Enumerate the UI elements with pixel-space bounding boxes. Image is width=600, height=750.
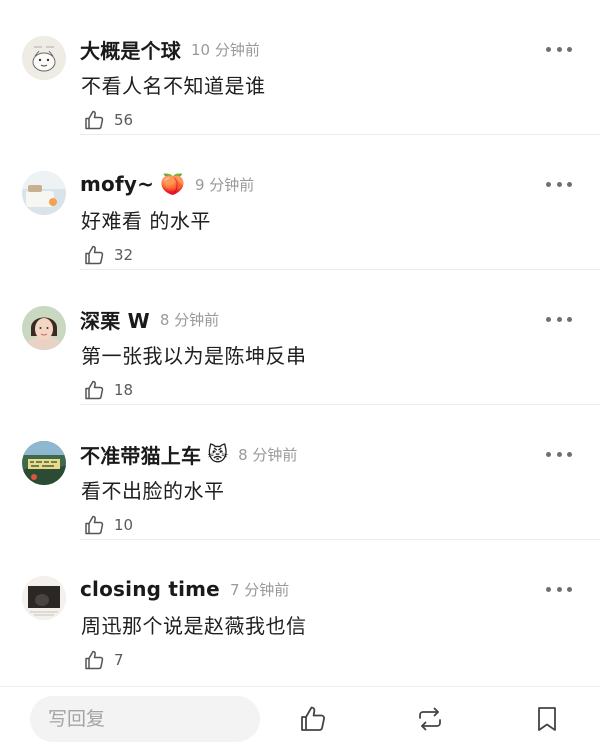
portrait-avatar-icon: [22, 306, 66, 350]
comment-text: 不看人名不知道是谁: [81, 74, 266, 98]
avatar[interactable]: [22, 576, 66, 620]
timestamp: 9 分钟前: [194, 175, 255, 194]
bookmark-icon[interactable]: [531, 703, 563, 735]
poster-avatar-icon: [22, 441, 66, 485]
comment-header: closing time 7 分钟前: [80, 574, 289, 604]
username[interactable]: 不准带猫上车: [80, 440, 201, 469]
more-options-icon[interactable]: [546, 44, 572, 54]
username[interactable]: 大概是个球: [80, 35, 181, 64]
comment-item: 深栗 W 8 分钟前 第一张我以为是陈坤反串 18: [0, 270, 600, 405]
bottom-action-bar: [0, 686, 600, 750]
thumbs-up-icon: [85, 380, 104, 400]
like-button[interactable]: 10: [82, 513, 133, 537]
bed-photo-avatar-icon: [22, 171, 66, 215]
timestamp: 10 分钟前: [191, 40, 260, 59]
thumbs-up-icon: [85, 515, 104, 535]
like-button[interactable]: 32: [82, 243, 133, 267]
peach-emoji-icon: 🍑: [160, 172, 185, 196]
like-count: 7: [114, 651, 124, 669]
more-options-icon[interactable]: [546, 314, 572, 324]
avatar[interactable]: [22, 36, 66, 80]
timestamp: 7 分钟前: [229, 580, 290, 599]
comment-text: 好难看 的水平: [81, 209, 211, 233]
username[interactable]: mofy~: [80, 172, 154, 196]
comment-text: 第一张我以为是陈坤反串: [81, 344, 307, 368]
username[interactable]: closing time: [80, 577, 220, 601]
comment-header: mofy~ 🍑 9 分钟前: [80, 169, 254, 199]
more-options-icon[interactable]: [546, 449, 572, 459]
sketch-avatar-icon: [22, 36, 66, 80]
comment-item: 不准带猫上车 😾 8 分钟前 看不出脸的水平 10: [0, 405, 600, 540]
thumbs-up-icon: [85, 245, 104, 265]
repost-icon[interactable]: [414, 703, 446, 735]
timestamp: 8 分钟前: [159, 310, 220, 329]
avatar[interactable]: [22, 306, 66, 350]
comment-list: 大概是个球 10 分钟前 不看人名不知道是谁 56 mofy~ 🍑 9 分钟前 …: [0, 0, 600, 686]
comment-header: 不准带猫上车 😾 8 分钟前: [80, 439, 297, 469]
comment-header: 深栗 W 8 分钟前: [80, 304, 219, 334]
thumbs-up-icon: [85, 650, 104, 670]
like-count: 56: [114, 111, 134, 129]
dark-photo-avatar-icon: [22, 576, 66, 620]
like-count: 32: [114, 246, 134, 264]
comment-item: 大概是个球 10 分钟前 不看人名不知道是谁 56: [0, 0, 600, 135]
comment-item: mofy~ 🍑 9 分钟前 好难看 的水平 32: [0, 135, 600, 270]
thumbs-up-icon[interactable]: [297, 703, 329, 735]
avatar[interactable]: [22, 441, 66, 485]
like-button[interactable]: 18: [82, 378, 133, 402]
comment-text: 看不出脸的水平: [81, 479, 225, 503]
comment-item: closing time 7 分钟前 周迅那个说是赵薇我也信 7: [0, 540, 600, 675]
username[interactable]: 深栗 W: [80, 305, 150, 334]
pouting-cat-emoji-icon: 😾: [207, 442, 229, 466]
like-button[interactable]: 7: [82, 648, 124, 672]
like-count: 18: [114, 381, 134, 399]
avatar[interactable]: [22, 171, 66, 215]
comment-header: 大概是个球 10 分钟前: [80, 34, 260, 64]
more-options-icon[interactable]: [546, 179, 572, 189]
more-options-icon[interactable]: [546, 584, 572, 594]
like-count: 10: [114, 516, 134, 534]
reply-input[interactable]: [30, 696, 260, 742]
thumbs-up-icon: [85, 110, 104, 130]
comment-text: 周迅那个说是赵薇我也信: [81, 614, 307, 638]
like-button[interactable]: 56: [82, 108, 133, 132]
timestamp: 8 分钟前: [238, 445, 298, 464]
